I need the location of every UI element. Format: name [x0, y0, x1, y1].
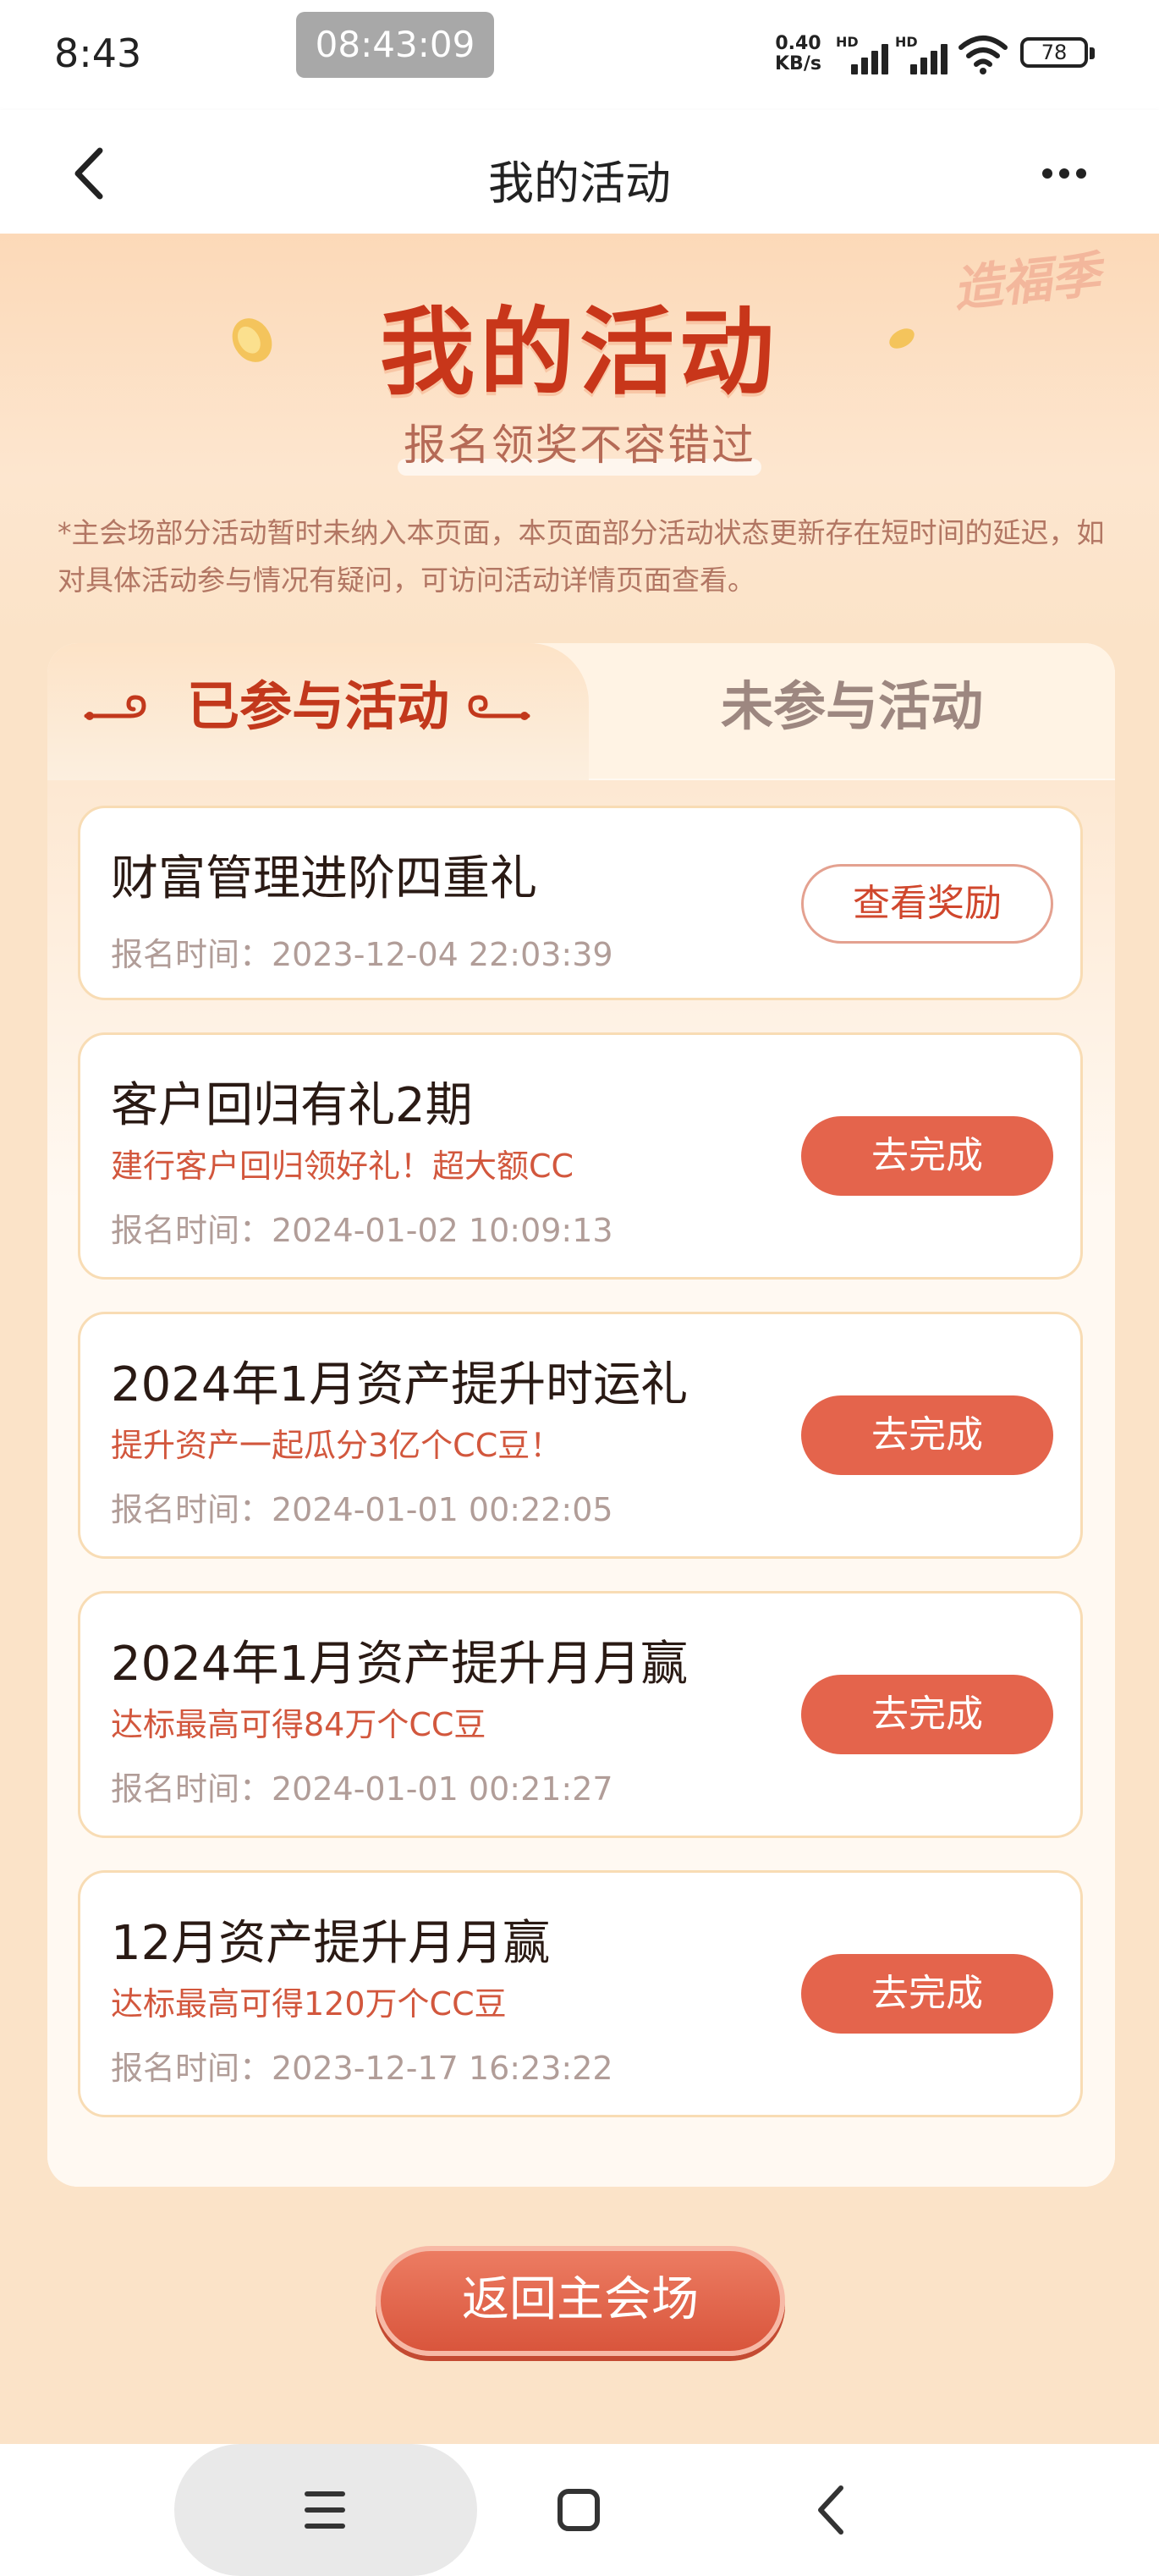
tab-not-joined[interactable]: 未参与活动 [589, 643, 1115, 780]
activity-signup-time: 报名时间：2023-12-04 22:03:39 [111, 936, 613, 973]
disclaimer-text: *主会场部分活动暂时未纳入本页面，本页面部分活动状态更新存在短时间的延迟，如对具… [58, 516, 1105, 597]
wifi-icon [959, 36, 1008, 74]
swirl-right-icon [468, 695, 530, 720]
activity-title: 客户回归有礼2期 [111, 1078, 473, 1133]
complete-button[interactable]: 去完成 [801, 1675, 1053, 1754]
page-title: 我的活动 [488, 157, 671, 210]
nav-bar: 我的活动 [0, 110, 1159, 234]
activity-card: 2024年1月资产提升时运礼 提升资产一起瓜分3亿个CC豆！ 报名时间：2024… [78, 1312, 1083, 1559]
network-speed-unit: KB/s [775, 53, 821, 74]
activity-list: 财富管理进阶四重礼 报名时间：2023-12-04 22:03:39 查看奖励 … [47, 780, 1115, 2187]
hero-banner: 造福季 我的活动 报名领奖不容错过 *主会场部分活动暂时未纳入本页面，本页面部分… [0, 234, 1159, 640]
activity-description: 达标最高可得84万个CC豆 [111, 1706, 486, 1743]
activity-title: 12月资产提升月月赢 [111, 1916, 551, 1971]
complete-button[interactable]: 去完成 [801, 1395, 1053, 1475]
status-time: 8:43 [54, 30, 142, 76]
activity-title: 2024年1月资产提升时运礼 [111, 1357, 689, 1412]
signal-icon: HD [836, 34, 893, 74]
recording-time: 08:43:09 [296, 12, 494, 78]
activity-card: 客户回归有礼2期 建行客户回归领好礼！超大额CC 报名时间：2024-01-02… [78, 1032, 1083, 1280]
activity-description: 达标最高可得120万个CC豆 [111, 1985, 507, 2023]
battery-icon: 78 [1020, 37, 1095, 68]
activity-signup-time: 报名时间：2024-01-01 00:22:05 [111, 1491, 613, 1528]
complete-button[interactable]: 去完成 [801, 1954, 1053, 2034]
activity-description: 建行客户回归领好礼！超大额CC [111, 1148, 574, 1185]
activity-panel: 已参与活动 未参与活动 财富管理进阶四重礼 报名时间：2023-12-04 22… [47, 643, 1115, 2187]
return-main-venue-button[interactable]: 返回主会场 [376, 2246, 785, 2356]
hero-title: 我的活动 [380, 298, 779, 408]
activity-title: 2024年1月资产提升月月赢 [111, 1637, 689, 1692]
activity-signup-time: 报名时间：2023-12-17 16:23:22 [111, 2050, 613, 2087]
status-bar: 8:43 08:43:09 0.40 KB/s HD HD 78 [0, 0, 1159, 110]
activity-signup-time: 报名时间：2024-01-02 10:09:13 [111, 1212, 613, 1249]
more-icon[interactable] [1039, 161, 1090, 186]
activity-card: 财富管理进阶四重礼 报名时间：2023-12-04 22:03:39 查看奖励 [78, 806, 1083, 1000]
home-icon[interactable] [555, 2486, 602, 2534]
menu-icon[interactable] [301, 2488, 349, 2532]
activity-description: 提升资产一起瓜分3亿个CC豆！ [111, 1427, 563, 1464]
network-speed-value: 0.40 [775, 33, 821, 54]
activity-card: 2024年1月资产提升月月赢 达标最高可得84万个CC豆 报名时间：2024-0… [78, 1591, 1083, 1838]
network-speed: 0.40 KB/s [775, 34, 821, 74]
activity-signup-time: 报名时间：2024-01-01 00:21:27 [111, 1770, 613, 1808]
signal-icon-2: HD [895, 34, 953, 74]
activity-card: 12月资产提升月月赢 达标最高可得120万个CC豆 报名时间：2023-12-1… [78, 1870, 1083, 2117]
tab-bar: 已参与活动 未参与活动 [47, 643, 1115, 780]
complete-button[interactable]: 去完成 [801, 1116, 1053, 1196]
view-reward-button[interactable]: 查看奖励 [801, 864, 1053, 944]
back-nav-icon[interactable] [810, 2483, 853, 2537]
hero-subtitle: 报名领奖不容错过 [404, 421, 755, 470]
activity-title: 财富管理进阶四重礼 [111, 851, 537, 906]
